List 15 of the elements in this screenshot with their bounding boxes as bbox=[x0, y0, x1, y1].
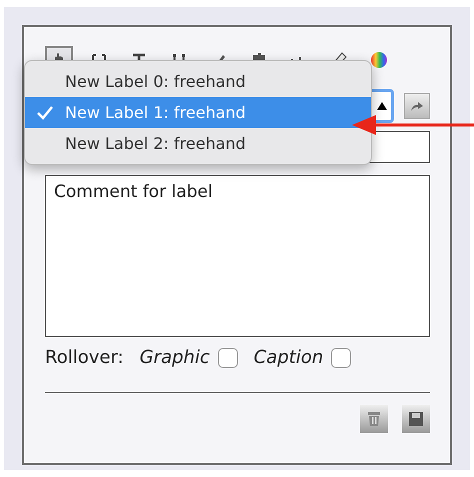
menu-item[interactable]: New Label 2: freehand bbox=[25, 128, 371, 159]
curved-arrow-icon bbox=[409, 100, 425, 112]
rollover-label: Rollover: bbox=[45, 347, 124, 368]
checkmark-icon bbox=[37, 106, 53, 120]
trash-icon bbox=[367, 411, 381, 427]
menu-item[interactable]: New Label 0: freehand bbox=[25, 66, 371, 97]
checkbox[interactable] bbox=[218, 348, 238, 368]
delete-button[interactable] bbox=[360, 405, 388, 433]
reshape-button[interactable] bbox=[404, 93, 430, 119]
option-label: Caption bbox=[254, 347, 324, 368]
option-label: Graphic bbox=[140, 347, 210, 368]
up-arrow-icon bbox=[377, 102, 387, 110]
comment-field[interactable]: Comment for label bbox=[45, 175, 430, 337]
checkbox[interactable] bbox=[331, 348, 352, 368]
save-button[interactable] bbox=[402, 405, 430, 433]
